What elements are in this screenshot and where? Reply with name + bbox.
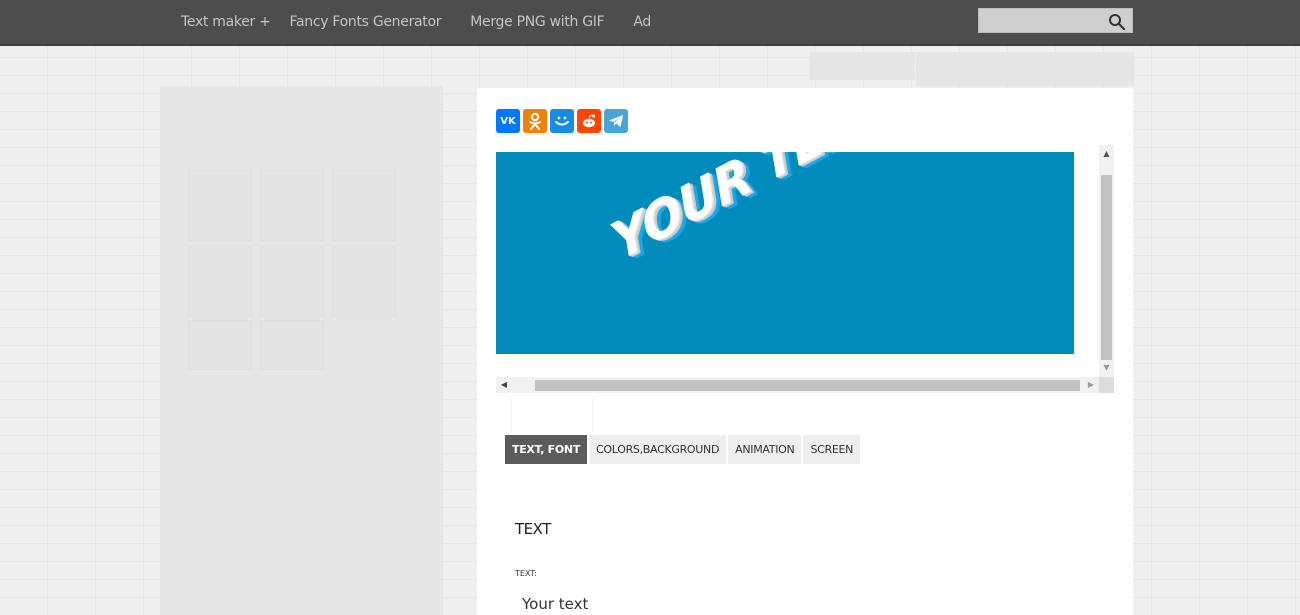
main-nav: Text maker + Fancy Fonts Generator Merge… [181, 0, 680, 44]
sidebar-tile [332, 169, 396, 241]
vertical-scrollbar[interactable]: ▲ ▼ [1099, 145, 1114, 377]
sidebar-tile [188, 320, 252, 370]
share-buttons: VK [496, 109, 628, 133]
sidebar-tile [260, 169, 324, 241]
odnoklassniki-icon [529, 112, 541, 130]
nav-merge-png-gif[interactable]: Merge PNG with GIF [470, 14, 604, 30]
share-moimir-button[interactable] [550, 109, 574, 133]
tab-colors-background[interactable]: COLORS,BACKGROUND [589, 435, 727, 464]
empty-placeholder [511, 397, 593, 433]
settings-tabs: TEXT, FONT COLORS,BACKGROUND ANIMATION S… [505, 435, 861, 464]
search-icon[interactable] [1108, 13, 1126, 31]
main-content: VK YOUR TEXT ▲ ▼ ◀ ▶ TEXT, FONT COLORS,B… [477, 88, 1133, 615]
preview-container: YOUR TEXT ▲ ▼ ◀ ▶ [496, 145, 1114, 395]
share-odnoklassniki-button[interactable] [523, 109, 547, 133]
ad-placeholder [810, 52, 915, 80]
text-field-label: TEXT: [515, 569, 537, 578]
ad-placeholder [916, 52, 1134, 86]
top-navigation-bar: Text maker + Fancy Fonts Generator Merge… [0, 0, 1300, 46]
sidebar-tile [188, 169, 252, 241]
section-title: TEXT [515, 520, 551, 538]
telegram-icon [609, 115, 623, 127]
tab-screen[interactable]: SCREEN [803, 435, 861, 464]
vertical-scroll-thumb[interactable] [1101, 175, 1112, 360]
vk-icon: VK [500, 115, 516, 127]
tab-animation[interactable]: ANIMATION [728, 435, 802, 464]
sidebar-ad-panel [160, 86, 443, 615]
nav-fancy-fonts-generator[interactable]: Fancy Fonts Generator [290, 14, 442, 30]
share-reddit-button[interactable] [577, 109, 601, 133]
nav-ad[interactable]: Ad [633, 14, 651, 30]
scrollbar-corner [1099, 377, 1114, 393]
sidebar-tile [188, 245, 252, 317]
reddit-icon [583, 114, 595, 128]
scroll-right-icon[interactable]: ▶ [1084, 377, 1098, 393]
text-preview-canvas: YOUR TEXT [496, 152, 1074, 354]
sidebar-tile [332, 245, 396, 317]
scroll-down-icon[interactable]: ▼ [1099, 361, 1114, 375]
text-input[interactable] [515, 591, 1095, 615]
share-telegram-button[interactable] [604, 109, 628, 133]
horizontal-scroll-thumb[interactable] [535, 380, 1080, 391]
preview-text: YOUR TEXT [603, 152, 894, 272]
nav-text-maker[interactable]: Text maker + [181, 14, 271, 30]
scroll-left-icon[interactable]: ◀ [497, 377, 511, 393]
tab-text-font[interactable]: TEXT, FONT [505, 435, 588, 464]
share-vk-button[interactable]: VK [496, 109, 520, 133]
search-input[interactable] [979, 9, 1099, 32]
search-box [978, 8, 1133, 33]
sidebar-tile [260, 245, 324, 317]
horizontal-scrollbar[interactable]: ◀ ▶ [496, 377, 1099, 393]
scroll-up-icon[interactable]: ▲ [1099, 147, 1114, 161]
moimir-icon [555, 116, 569, 126]
sidebar-tile [260, 320, 324, 370]
